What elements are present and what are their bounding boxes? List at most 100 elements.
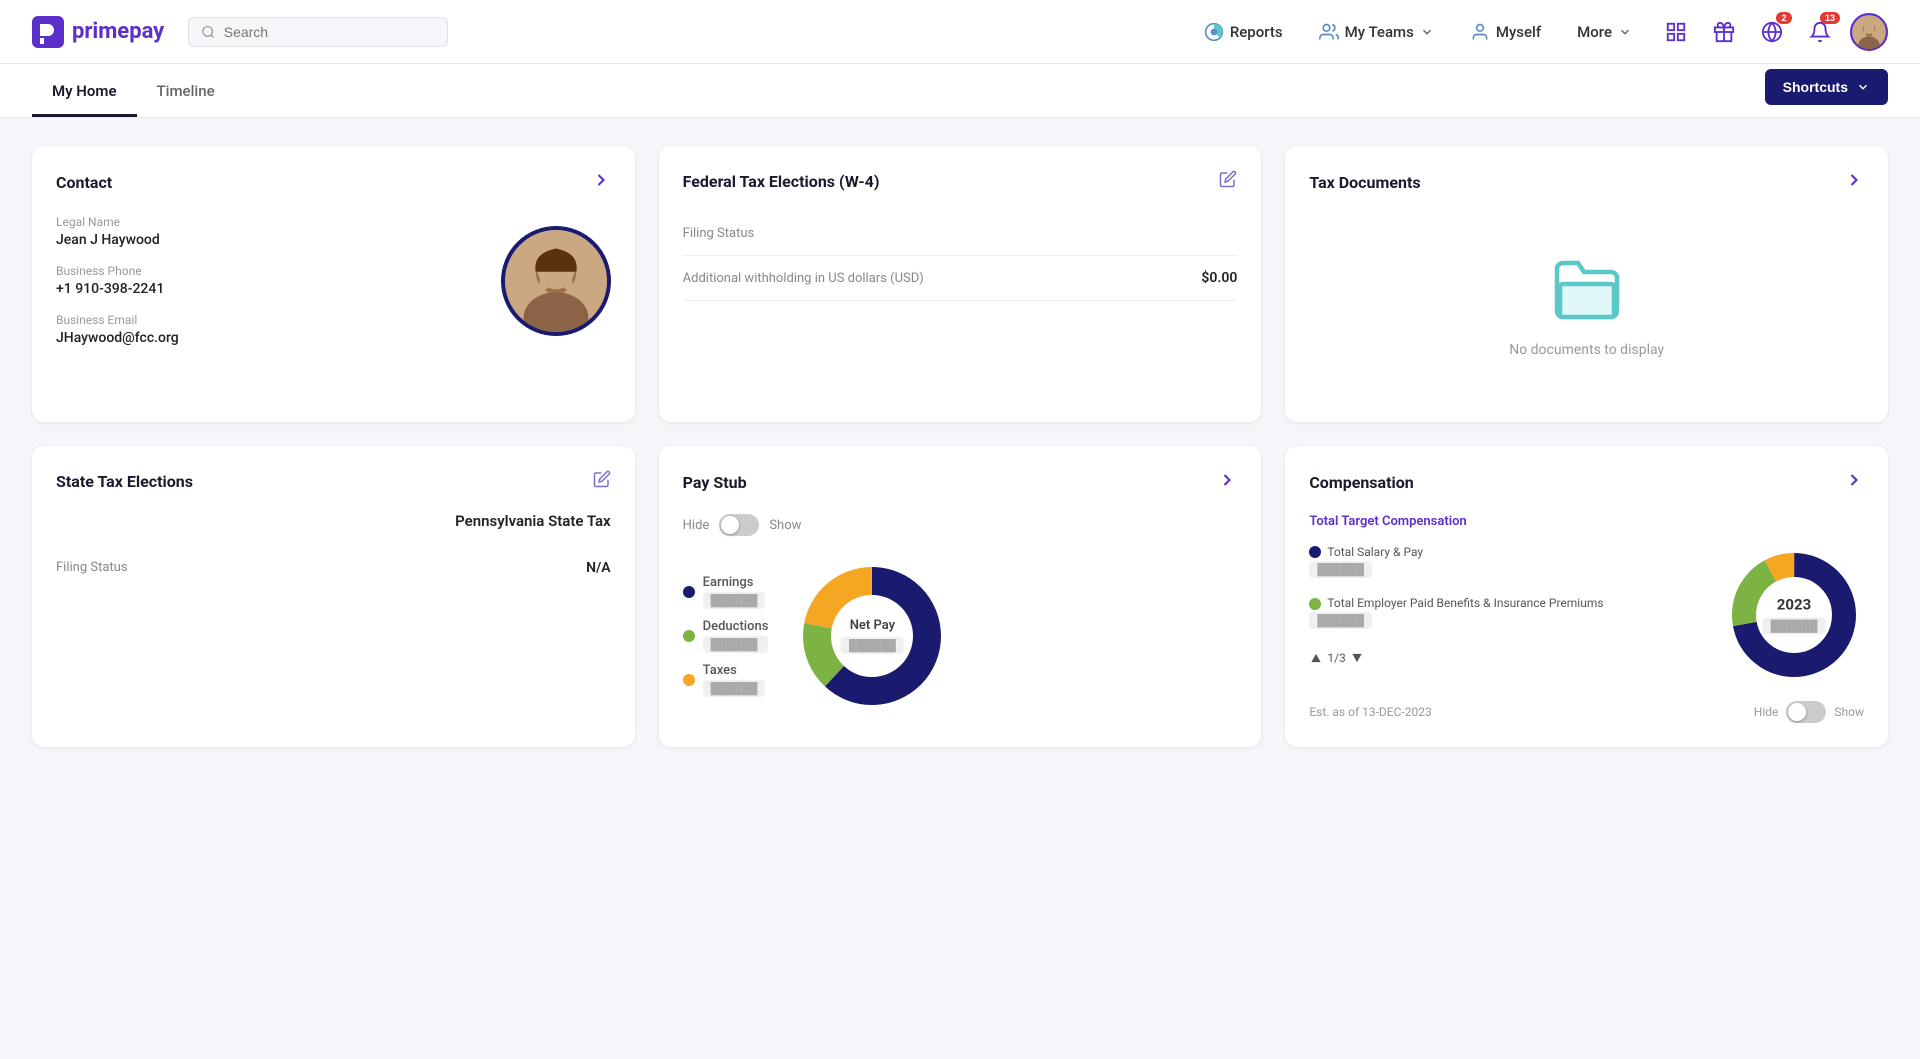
- triangle-up-icon[interactable]: [1309, 651, 1323, 665]
- salary-legend-label: Total Salary & Pay: [1327, 545, 1423, 559]
- globe-badge: 2: [1776, 12, 1792, 24]
- gift-button[interactable]: [1706, 14, 1742, 50]
- compensation-card: Compensation Total Target Compensation T…: [1285, 446, 1888, 747]
- folder-icon: [1551, 254, 1623, 326]
- taxes-dot: [683, 674, 695, 686]
- comp-legend: Total Salary & Pay ██████ Total Employer…: [1309, 545, 1708, 665]
- people-icon: [1319, 22, 1339, 42]
- state-tax-edit[interactable]: [593, 470, 611, 492]
- comp-toggle-hide: Hide: [1754, 705, 1779, 719]
- state-tax-header: State Tax Elections: [56, 470, 611, 492]
- comp-toggle-switch[interactable]: [1786, 701, 1826, 723]
- nav: Reports My Teams Myself More: [1190, 14, 1646, 50]
- salary-dot: [1309, 546, 1321, 558]
- person-icon: [1470, 22, 1490, 42]
- tab-timeline[interactable]: Timeline: [137, 64, 235, 117]
- avatar[interactable]: [1850, 13, 1888, 51]
- chevron-down-icon-shortcuts: [1856, 80, 1870, 94]
- tax-documents-card: Tax Documents No documents to display: [1285, 146, 1888, 422]
- no-documents: No documents to display: [1309, 214, 1864, 398]
- taxes-label: Taxes: [703, 663, 766, 678]
- shortcuts-button[interactable]: Shortcuts: [1765, 69, 1888, 105]
- nav-item-my-teams[interactable]: My Teams: [1305, 14, 1448, 50]
- paystub-content: Earnings ██████ Deductions ██████: [683, 556, 1238, 716]
- pay-stub-header: Pay Stub: [683, 470, 1238, 494]
- pay-stub-title: Pay Stub: [683, 473, 747, 492]
- nav-myself-label: Myself: [1496, 23, 1541, 41]
- pay-stub-card: Pay Stub Hide Show Earnings: [659, 446, 1262, 747]
- logo[interactable]: primepay: [32, 16, 164, 48]
- contact-card: Contact Legal Name Jean J Haywood Busine…: [32, 146, 635, 422]
- bell-button[interactable]: 13: [1802, 14, 1838, 50]
- deductions-value: ██████: [703, 636, 769, 653]
- bell-icon: [1809, 21, 1831, 43]
- tax-docs-header: Tax Documents: [1309, 170, 1864, 194]
- contact-card-action[interactable]: [591, 170, 611, 195]
- comp-year-text: 2023: [1777, 596, 1811, 614]
- paystub-donut: Net Pay ██████: [792, 556, 952, 716]
- search-input[interactable]: [224, 24, 436, 40]
- legal-name-value: Jean J Haywood: [56, 232, 179, 248]
- chevron-right-icon-docs: [1844, 170, 1864, 190]
- legend-earnings: Earnings ██████: [683, 575, 769, 609]
- salary-legend-value: ██████: [1309, 561, 1372, 578]
- toggle-knob: [721, 516, 739, 534]
- federal-tax-edit[interactable]: [1219, 170, 1237, 192]
- comp-section-title: Total Target Compensation: [1309, 514, 1864, 529]
- federal-tax-header: Federal Tax Elections (W-4): [683, 170, 1238, 192]
- email-label: Business Email: [56, 313, 179, 327]
- bell-badge: 13: [1820, 12, 1840, 24]
- toggle-hide-label: Hide: [683, 518, 710, 533]
- comp-pagination: 1/3: [1309, 651, 1708, 665]
- chevron-down-icon-teams: [1420, 25, 1434, 39]
- state-tax-name: Pennsylvania State Tax: [56, 512, 611, 530]
- nav-item-more[interactable]: More: [1563, 15, 1646, 49]
- comp-action[interactable]: [1844, 470, 1864, 494]
- net-pay-value: ██████: [841, 637, 904, 654]
- legend-taxes: Taxes ██████: [683, 663, 769, 697]
- search-bar[interactable]: [188, 17, 448, 47]
- header: primepay Reports My Teams Myse: [0, 0, 1920, 64]
- contact-info-rows: Legal Name Jean J Haywood Business Phone…: [56, 215, 179, 346]
- comp-salary-item: Total Salary & Pay ██████: [1309, 545, 1708, 578]
- search-icon: [201, 24, 215, 40]
- chevron-right-icon: [591, 170, 611, 190]
- edit-icon: [1219, 170, 1237, 188]
- tax-docs-action[interactable]: [1844, 170, 1864, 194]
- comp-year-value: ██████: [1763, 618, 1826, 635]
- toggle-show-label: Show: [769, 518, 801, 533]
- tax-docs-title: Tax Documents: [1309, 173, 1420, 192]
- state-filing-value: N/A: [586, 560, 611, 576]
- gift-icon: [1713, 21, 1735, 43]
- contact-phone: Business Phone +1 910-398-2241: [56, 264, 179, 297]
- chevron-right-icon-pay: [1217, 470, 1237, 490]
- nav-item-myself[interactable]: Myself: [1456, 14, 1555, 50]
- globe-button[interactable]: 2: [1754, 14, 1790, 50]
- nav-reports-label: Reports: [1230, 23, 1283, 41]
- tab-my-home[interactable]: My Home: [32, 64, 137, 117]
- comp-toggle-knob: [1788, 703, 1806, 721]
- filing-status-row: Filing Status: [683, 212, 1238, 256]
- main-content: Contact Legal Name Jean J Haywood Busine…: [0, 118, 1920, 775]
- nav-item-reports[interactable]: Reports: [1190, 14, 1297, 50]
- earnings-dot: [683, 586, 695, 598]
- nav-my-teams-label: My Teams: [1345, 23, 1414, 41]
- withholding-row: Additional withholding in US dollars (US…: [683, 256, 1238, 301]
- triangle-down-icon[interactable]: [1350, 651, 1364, 665]
- contact-email: Business Email JHaywood@fcc.org: [56, 313, 179, 346]
- state-tax-card: State Tax Elections Pennsylvania State T…: [32, 446, 635, 747]
- grid-button[interactable]: [1658, 14, 1694, 50]
- taxes-value: ██████: [703, 680, 766, 697]
- federal-tax-card: Federal Tax Elections (W-4) Filing Statu…: [659, 146, 1262, 422]
- contact-card-title: Contact: [56, 173, 112, 192]
- paystub-toggle-switch[interactable]: [719, 514, 759, 536]
- nav-more-label: More: [1577, 23, 1612, 41]
- pay-stub-action[interactable]: [1217, 470, 1237, 494]
- legal-name-label: Legal Name: [56, 215, 179, 229]
- legend-deductions: Deductions ██████: [683, 619, 769, 653]
- federal-tax-title: Federal Tax Elections (W-4): [683, 172, 880, 191]
- comp-toggle-show: Show: [1834, 705, 1864, 719]
- chart-icon: [1204, 22, 1224, 42]
- paystub-toggle: Hide Show: [683, 514, 1238, 536]
- grid-icon: [1665, 21, 1687, 43]
